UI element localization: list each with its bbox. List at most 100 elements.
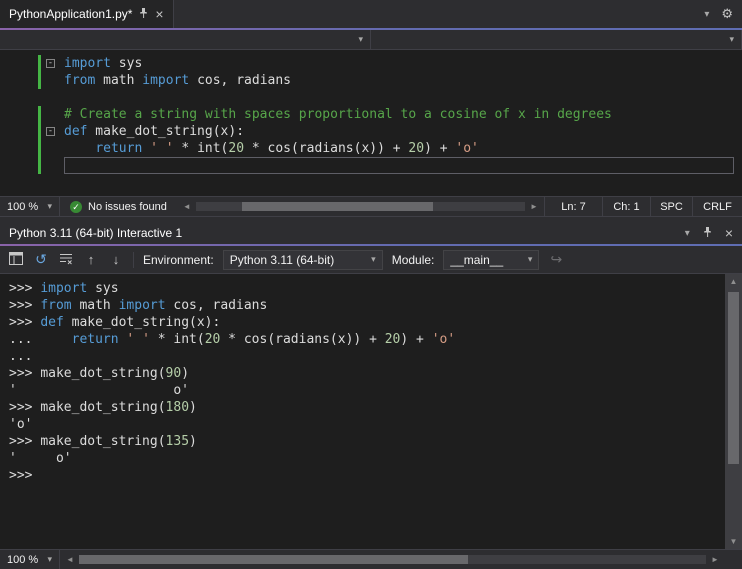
token-pl: ) [189,434,197,449]
editor-line[interactable]: - def make_dot_string(x): [0,123,742,140]
tab-title: PythonApplication1.py* [9,7,133,21]
editor-line-text: from math import cos, radians [64,72,734,89]
editor-hscroll-thumb[interactable] [241,202,433,211]
chevron-down-icon: ▾ [729,34,734,44]
repl-output[interactable]: >>> import sys >>> from math import cos, … [0,274,725,549]
scroll-right-icon[interactable]: ► [527,202,541,211]
close-icon[interactable]: × [725,225,733,241]
token-kw: return [95,141,143,156]
gear-icon[interactable]: ⚙ [721,6,733,22]
repl-vertical-scrollbar: ▲ ▼ [725,274,742,549]
repl-line: >>> make_dot_string(90) [9,365,725,382]
send-to-source-icon[interactable]: ↪ [548,251,564,268]
editor-current-line[interactable] [0,157,742,174]
status-line-ending[interactable]: CRLF [692,197,742,216]
scroll-right-icon[interactable]: ► [708,555,722,564]
repl-hscroll-track[interactable] [79,555,706,564]
change-tracking-bar [38,106,41,123]
token-pl: sys [110,56,143,71]
editor-line-text: return ' ' * int(20 * cos(radians(x)) + … [64,140,734,157]
editor-line[interactable] [0,89,742,106]
fold-collapse-control[interactable]: - [46,123,64,140]
token-kw: import [142,73,190,88]
editor-hscroll-track[interactable] [195,202,525,211]
editor-horizontal-scrollbar: ◄ ► [177,197,544,216]
zoom-value: 100 % [7,200,39,213]
token-pl: ) + [400,332,432,347]
tab-pythonapplication1[interactable]: PythonApplication1.py* × [0,0,174,28]
tab-bar-options: ▾ ⚙ [704,0,742,28]
chevron-down-icon[interactable]: ▾ [704,9,709,19]
token-str: 'o' [455,141,479,156]
repl-hscroll-thumb[interactable] [79,555,468,564]
module-dropdown[interactable]: __main__ ▾ [443,249,540,270]
chevron-down-icon: ▾ [527,254,533,264]
token-kw: from [40,298,72,313]
editor-line[interactable]: from math import cos, radians [0,72,742,89]
editor-code[interactable]: - import sys from math import cos, radians… [0,50,742,196]
repl-line: >>> make_dot_string(135) [9,433,725,450]
editor-zoom-dropdown[interactable]: 100 % ▾ [0,197,60,216]
token-pl: ) [189,400,197,415]
editor-line-text [64,89,734,106]
repl-horizontal-scrollbar: ◄ ► [60,550,725,569]
token-num: 20 [384,332,401,347]
reset-icon[interactable]: ↺ [33,251,49,268]
interactive-panel-header[interactable]: Python 3.11 (64-bit) Interactive 1 ▾ × [0,222,742,244]
editor-line[interactable]: # Create a string with spaces proportion… [0,106,742,123]
change-tracking-bar [38,157,41,174]
scroll-up-icon[interactable]: ▲ [725,274,742,289]
token-str: ' ' [150,141,174,156]
repl-vscroll-thumb[interactable] [728,292,739,464]
repl-bottom-bar: 100 % ▾ ◄ ► [0,549,742,569]
scroll-left-icon[interactable]: ◄ [63,555,77,564]
token-num: 180 [165,400,190,415]
change-tracking-bar [38,72,41,89]
pin-icon[interactable] [703,226,712,241]
repl-line: ... [9,348,725,365]
token-pr: >>> [9,468,41,483]
history-previous-icon[interactable]: ↑ [83,252,99,267]
repl-line: ... return ' ' * int(20 * cos(radians(x)… [9,331,725,348]
status-column-number: Ch: 1 [602,197,650,216]
scroll-left-icon[interactable]: ◄ [180,202,194,211]
repl-vscroll-track[interactable] [725,289,742,534]
scroll-down-icon[interactable]: ▼ [725,534,742,549]
status-indent-mode[interactable]: SPC [650,197,692,216]
token-pl: ' o' [9,451,72,466]
token-pl: ) [181,366,190,381]
issues-indicator[interactable]: ✓ No issues found [60,200,177,213]
fold-collapse-control[interactable]: - [46,55,64,72]
token-com: # Create a string with spaces proportion… [64,107,612,122]
panel-header-icons: ▾ × [685,225,733,241]
history-next-icon[interactable]: ↓ [108,252,124,267]
token-num: 135 [165,434,190,449]
window-position-icon[interactable]: ▾ [685,228,690,238]
environment-value: Python 3.11 (64-bit) [229,252,335,267]
collapse-minus-icon[interactable]: - [46,127,55,136]
repl-line: >>> from math import cos, radians [9,297,725,314]
token-num: 20 [228,141,245,156]
token-pr: ... [9,332,41,347]
token-pr: >>> [9,434,41,449]
environment-window-icon[interactable] [8,251,24,268]
panel-title: Python 3.11 (64-bit) Interactive 1 [9,226,183,240]
environment-dropdown[interactable]: Python 3.11 (64-bit) ▾ [222,249,383,270]
chevron-down-icon: ▾ [47,201,52,211]
close-icon[interactable]: × [155,7,163,21]
types-dropdown[interactable]: ▾ [0,30,371,49]
repl-zoom-dropdown[interactable]: 100 % ▾ [0,550,60,569]
editor-line[interactable]: return ' ' * int(20 * cos(radians(x)) + … [0,140,742,157]
members-dropdown[interactable]: ▾ [371,30,742,49]
collapse-minus-icon[interactable]: - [46,59,55,68]
pin-icon[interactable] [139,7,148,21]
token-pl: make_dot_string( [40,366,166,381]
token-pl: math [95,73,143,88]
token-pl: * cos(radians(x)) + [220,332,385,347]
repl-line: ' o' [9,382,725,399]
editor-gutter [0,72,46,89]
editor-line[interactable]: - import sys [0,55,742,72]
clear-all-icon[interactable] [58,252,74,268]
